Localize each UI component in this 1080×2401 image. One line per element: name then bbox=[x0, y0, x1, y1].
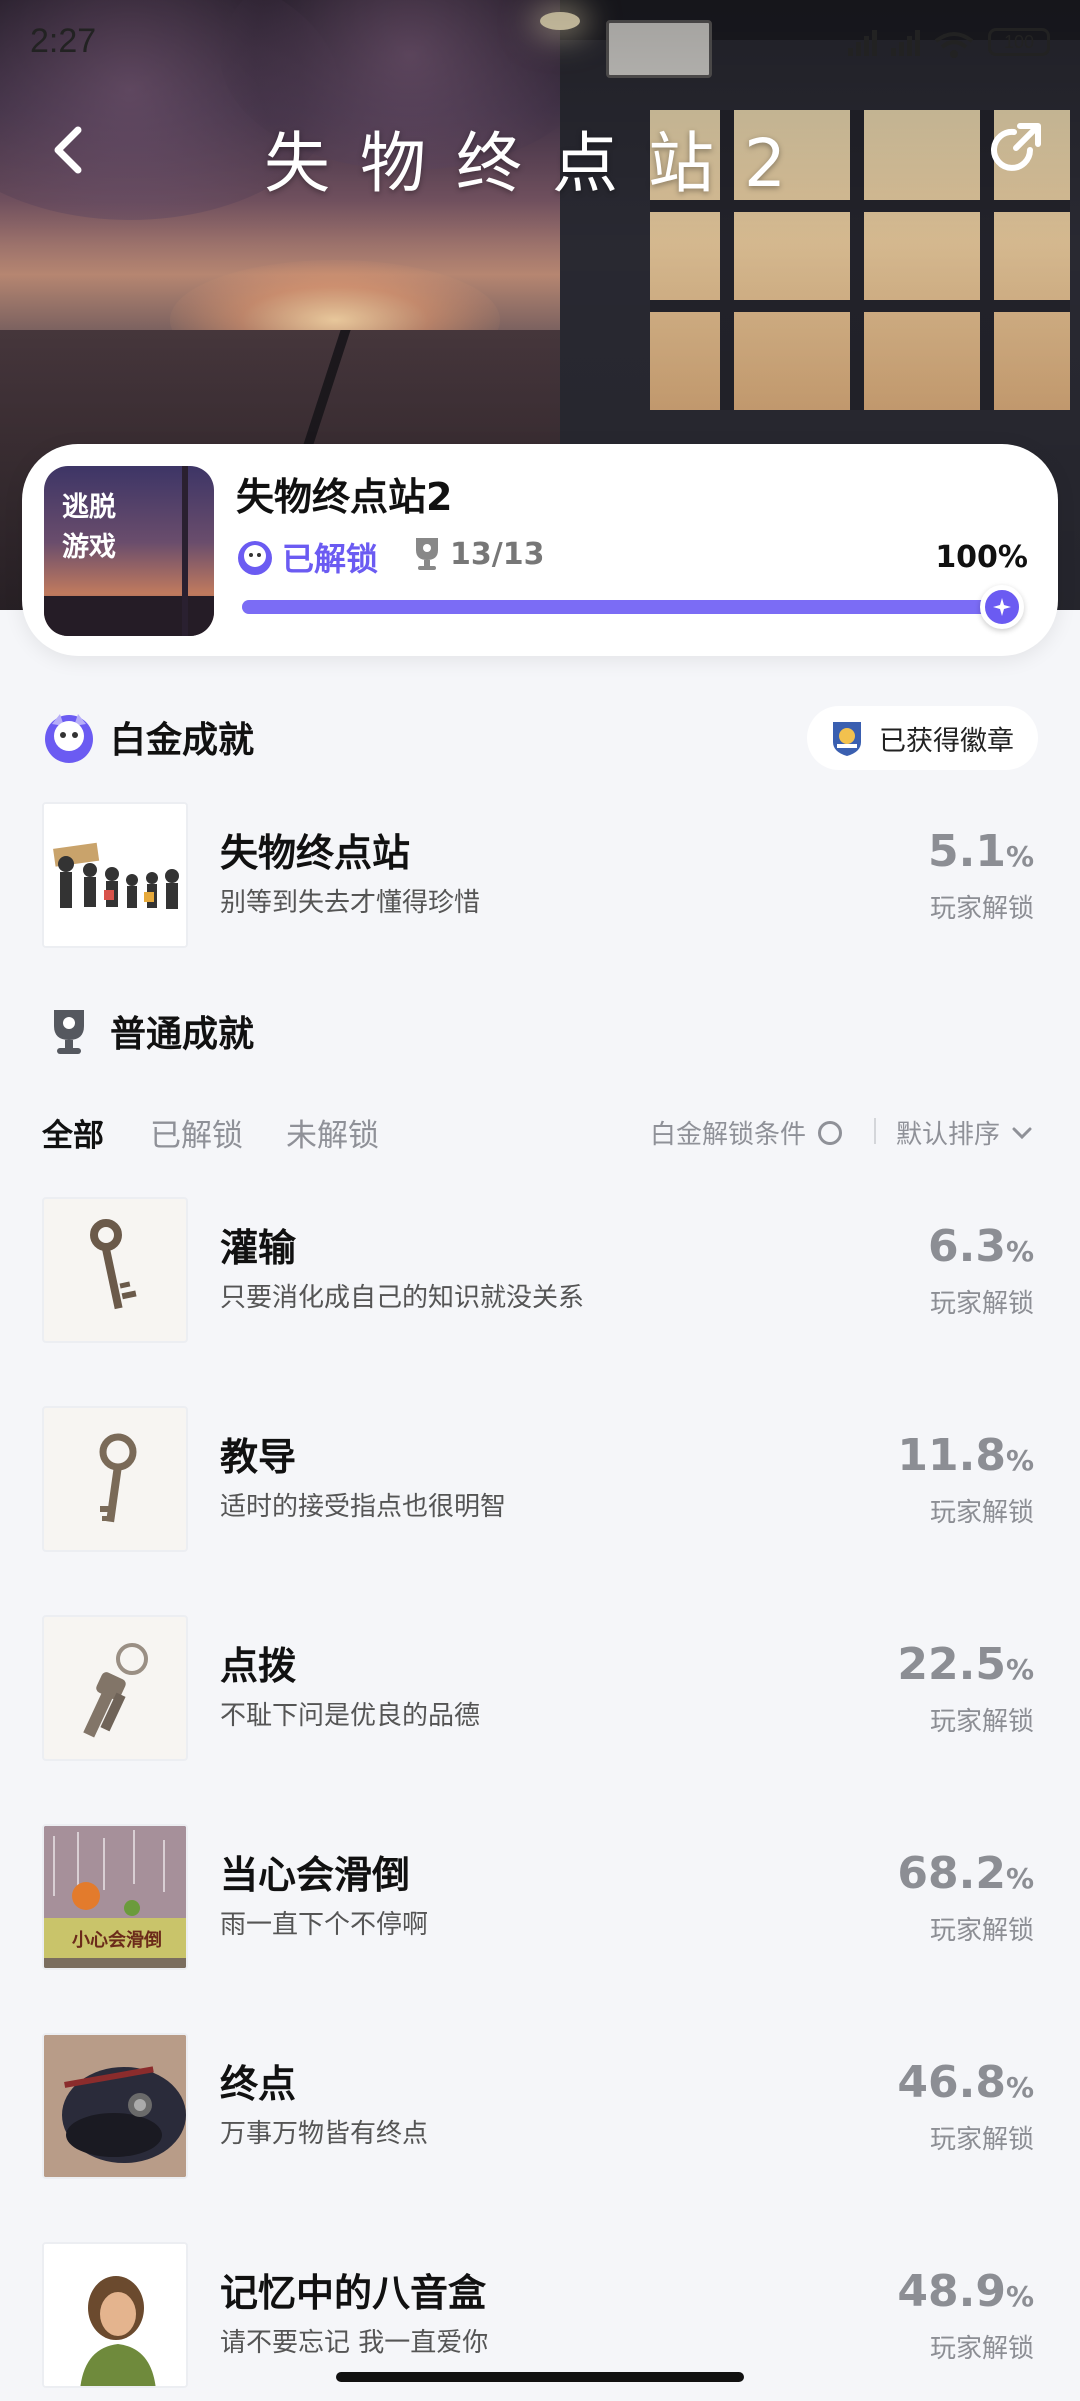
achievement-desc: 雨一直下个不停啊 bbox=[220, 1910, 429, 1940]
sort-label: 默认排序 bbox=[896, 1120, 1001, 1150]
earned-badge-button[interactable]: 已获得徽章 bbox=[807, 706, 1038, 770]
platinum-mascot-icon bbox=[238, 541, 272, 575]
achievement-desc: 请不要忘记 我一直爱你 bbox=[220, 2328, 489, 2358]
badge-icon bbox=[833, 722, 861, 756]
achievement-name: 灌输 bbox=[220, 1226, 297, 1270]
radio-circle-icon bbox=[818, 1120, 843, 1145]
characters-group-icon bbox=[44, 804, 186, 946]
cover-text: 逃脱 游戏 bbox=[62, 492, 116, 563]
page-title: 失物终点站2 bbox=[264, 125, 816, 202]
tab-locked[interactable]: 未解锁 bbox=[286, 1110, 379, 1155]
achievement-percent-label: 玩家解锁 bbox=[929, 1707, 1034, 1737]
home-indicator[interactable] bbox=[336, 2372, 744, 2382]
achievement-thumbnail bbox=[42, 802, 188, 948]
keychain-icon bbox=[83, 1643, 148, 1738]
achievement-item[interactable]: 教导 适时的接受指点也很明智 11.8% 玩家解锁 bbox=[42, 1406, 1042, 1556]
top-bar: 失物终点站2 bbox=[0, 100, 1080, 202]
achievement-item[interactable]: 终点 万事万物皆有终点 46.8% 玩家解锁 bbox=[42, 2033, 1042, 2183]
achievement-name: 点拨 bbox=[220, 1644, 297, 1688]
status-time: 2:27 bbox=[30, 22, 97, 60]
trophy-icon bbox=[54, 1010, 84, 1054]
share-icon bbox=[991, 123, 1041, 171]
status-bar: 2:27 100 bbox=[30, 18, 1050, 68]
achievement-item[interactable]: 小心会滑倒 当心会滑倒 雨一直下个不停啊 68.2% 玩家解锁 bbox=[42, 1824, 1042, 1974]
achievement-percent: 5.1% bbox=[927, 826, 1034, 877]
achievement-thumbnail bbox=[42, 1406, 188, 1552]
filter-bar: 全部 已解锁 未解锁 白金解锁条件 默认排序 bbox=[42, 1110, 1042, 1160]
achievement-percent: 11.8% bbox=[897, 1430, 1034, 1481]
achievement-thumbnail bbox=[42, 1197, 188, 1343]
tab-all[interactable]: 全部 bbox=[42, 1110, 104, 1155]
achievement-thumbnail bbox=[42, 2033, 188, 2179]
chevron-down-icon bbox=[1012, 1127, 1032, 1139]
achievement-percent-label: 玩家解锁 bbox=[929, 894, 1034, 924]
portrait-icon bbox=[44, 2244, 186, 2386]
platinum-section-header: 白金成就 bbox=[42, 710, 254, 764]
achievement-name: 当心会滑倒 bbox=[220, 1853, 411, 1897]
old-key-icon bbox=[90, 1219, 137, 1310]
achievement-desc: 不耻下问是优良的品德 bbox=[220, 1701, 481, 1731]
achievement-thumbnail bbox=[42, 2242, 188, 2388]
completion-progress-bar bbox=[242, 585, 1024, 629]
trophy-count-text: 13/13 bbox=[450, 536, 545, 572]
achievement-percent: 22.5% bbox=[897, 1639, 1034, 1690]
signal-icon bbox=[848, 28, 877, 56]
game-title: 失物终点站2 bbox=[236, 475, 453, 519]
achievement-percent: 46.8% bbox=[897, 2057, 1034, 2108]
sort-dropdown[interactable]: 默认排序 bbox=[896, 1114, 1034, 1151]
platinum-achievement[interactable]: 失物终点站 别等到失去才懂得珍惜 5.1% 玩家解锁 bbox=[42, 802, 1042, 952]
achievement-name: 记忆中的八音盒 bbox=[220, 2271, 487, 2315]
achievement-thumbnail: 小心会滑倒 bbox=[42, 1824, 188, 1970]
trophy-icon bbox=[416, 538, 438, 570]
normal-section-header: 普通成就 bbox=[42, 1004, 254, 1058]
unlock-status: 已解锁 bbox=[236, 534, 378, 580]
trophy-count: 13/13 bbox=[412, 536, 544, 572]
achievement-percent: 68.2% bbox=[897, 1848, 1034, 1899]
tab-unlocked[interactable]: 已解锁 bbox=[150, 1110, 243, 1155]
progress-fill bbox=[242, 600, 1012, 614]
achievement-thumbnail bbox=[42, 1615, 188, 1761]
achievement-name: 失物终点站 bbox=[220, 831, 411, 875]
platinum-condition-toggle[interactable]: 白金解锁条件 bbox=[650, 1114, 843, 1151]
achievement-desc: 只要消化成自己的知识就没关系 bbox=[220, 1283, 585, 1313]
achievement-percent: 6.3% bbox=[927, 1221, 1034, 1272]
achievement-item[interactable]: 记忆中的八音盒 请不要忘记 我一直爱你 48.9% 玩家解锁 bbox=[42, 2242, 1042, 2392]
sparkle-icon bbox=[993, 598, 1011, 616]
achievement-percent-label: 玩家解锁 bbox=[929, 1289, 1034, 1319]
ring-key-icon bbox=[99, 1433, 137, 1523]
conductor-cap-icon bbox=[44, 2035, 186, 2177]
achievement-percent-label: 玩家解锁 bbox=[929, 2334, 1034, 2364]
achievement-percent-label: 玩家解锁 bbox=[929, 1498, 1034, 1528]
achievement-name: 教导 bbox=[220, 1435, 297, 1479]
earned-badge-label: 已获得徽章 bbox=[879, 725, 1014, 757]
progress-knob bbox=[980, 585, 1024, 629]
thumb-sign-text: 小心会滑倒 bbox=[72, 1929, 162, 1951]
divider bbox=[874, 1118, 876, 1144]
battery-icon: 100 bbox=[988, 28, 1050, 56]
achievement-item[interactable]: 灌输 只要消化成自己的知识就没关系 6.3% 玩家解锁 bbox=[42, 1197, 1042, 1347]
platinum-heading: 白金成就 bbox=[110, 720, 255, 761]
normal-heading: 普通成就 bbox=[110, 1014, 255, 1055]
slippery-sign-icon: 小心会滑倒 bbox=[44, 1826, 186, 1968]
signal-icon bbox=[891, 28, 920, 56]
achievement-desc: 适时的接受指点也很明智 bbox=[220, 1492, 507, 1522]
achievement-desc: 万事万物皆有终点 bbox=[220, 2119, 429, 2149]
achievement-name: 终点 bbox=[220, 2062, 297, 2106]
completion-percent: 100% bbox=[935, 540, 1028, 575]
share-button[interactable] bbox=[982, 118, 1046, 182]
achievement-percent-label: 玩家解锁 bbox=[929, 1916, 1034, 1946]
wifi-icon bbox=[934, 28, 974, 58]
game-card[interactable]: 逃脱 游戏 失物终点站2 已解锁 13/13 100% bbox=[22, 444, 1058, 656]
achievement-item[interactable]: 点拨 不耻下问是优良的品德 22.5% 玩家解锁 bbox=[42, 1615, 1042, 1765]
platinum-mascot-icon bbox=[45, 714, 93, 763]
game-cover: 逃脱 游戏 bbox=[44, 466, 214, 636]
achievement-desc: 别等到失去才懂得珍惜 bbox=[220, 888, 481, 918]
unlock-status-label: 已解锁 bbox=[282, 540, 379, 578]
achievement-percent: 48.9% bbox=[897, 2266, 1034, 2317]
platinum-condition-label: 白金解锁条件 bbox=[650, 1120, 807, 1150]
achievement-percent-label: 玩家解锁 bbox=[929, 2125, 1034, 2155]
